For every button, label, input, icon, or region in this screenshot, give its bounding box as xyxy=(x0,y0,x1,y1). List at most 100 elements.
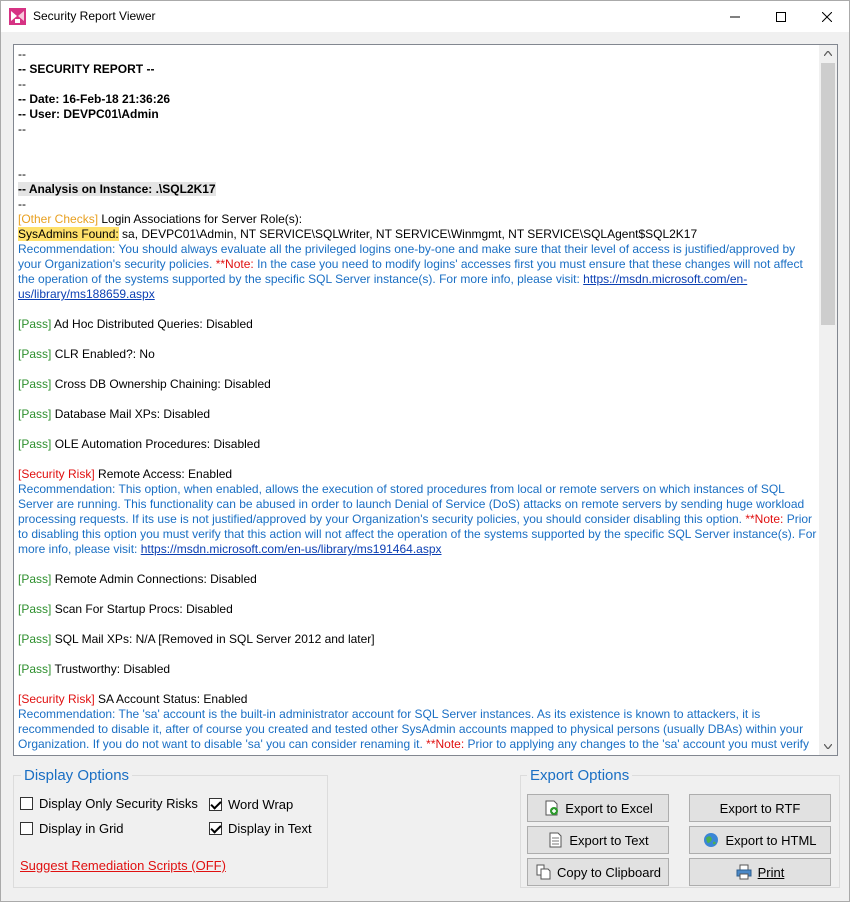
report-line: -- xyxy=(18,122,818,137)
suggest-remediation-link[interactable]: Suggest Remediation Scripts (OFF) xyxy=(20,858,226,873)
report-segment: Scan For Startup Procs: Disabled xyxy=(51,602,233,616)
report-segment: sa, DEVPC01\Admin, NT SERVICE\SQLWriter,… xyxy=(118,227,698,241)
html-globe-icon xyxy=(704,833,719,847)
report-segment: Database Mail XPs: Disabled xyxy=(51,407,211,421)
report-line xyxy=(18,617,818,632)
report-line: [Pass] OLE Automation Procedures: Disabl… xyxy=(18,437,818,452)
close-icon xyxy=(822,11,832,22)
printer-icon xyxy=(736,864,752,880)
only-security-risks-label: Display Only Security Risks xyxy=(39,796,198,811)
app-icon xyxy=(9,8,26,25)
maximize-button[interactable] xyxy=(758,1,804,32)
report-line: -- User: DEVPC01\Admin xyxy=(18,107,818,122)
report-line: -- SECURITY REPORT -- xyxy=(18,62,818,77)
report-line: Recommendation: The 'sa' account is the … xyxy=(18,707,818,752)
security-report-window: Security Report Viewer -- -- SECURITY REP… xyxy=(0,0,850,902)
report-line: [Pass] Trustworthy: Disabled xyxy=(18,662,818,677)
display-in-text-box[interactable] xyxy=(209,822,222,835)
report-line: [Security Risk] SA Account Status: Enabl… xyxy=(18,692,818,707)
report-segment: [Pass] xyxy=(18,602,52,616)
report-segment: Remote Admin Connections: Disabled xyxy=(51,572,257,586)
copy-clipboard-button[interactable]: Copy to Clipboard xyxy=(527,858,669,886)
export-rtf-label: Export to RTF xyxy=(719,800,801,816)
report-text-area[interactable]: -- -- SECURITY REPORT -- -- -- Date: 16-Feb… xyxy=(13,44,838,756)
display-in-grid-box[interactable] xyxy=(20,822,33,835)
report-segment: [Pass] xyxy=(18,317,52,331)
clipboard-icon xyxy=(536,864,551,880)
report-line: [Pass] SQL Mail XPs: N/A [Removed in SQL… xyxy=(18,632,818,647)
export-html-label: Export to HTML xyxy=(725,832,817,848)
report-segment: [Security Risk] xyxy=(18,467,95,481)
report-line: [Pass] Database Mail XPs: Disabled xyxy=(18,407,818,422)
report-line: Recommendation: You should always evalua… xyxy=(18,242,818,302)
report-segment: [Other Checks] xyxy=(18,212,99,226)
report-line xyxy=(18,452,818,467)
report-content: -- -- SECURITY REPORT -- -- -- Date: 16-Feb… xyxy=(18,47,818,753)
only-security-risks-box[interactable] xyxy=(20,797,33,810)
report-segment: Remote Access: Enabled xyxy=(94,467,233,481)
report-line: [Pass] Cross DB Ownership Chaining: Disa… xyxy=(18,377,818,392)
display-options-title: Display Options xyxy=(21,767,133,784)
report-line: -- xyxy=(18,47,818,62)
scroll-up-button[interactable] xyxy=(819,45,837,62)
report-segment: [Pass] xyxy=(18,377,52,391)
scroll-thumb[interactable] xyxy=(821,63,835,325)
report-segment: [Pass] xyxy=(18,572,52,586)
scroll-down-button[interactable] xyxy=(819,738,837,755)
report-line xyxy=(18,302,818,317)
report-line xyxy=(18,647,818,662)
report-line xyxy=(18,587,818,602)
display-in-grid-checkbox[interactable]: Display in Grid xyxy=(20,821,124,836)
report-segment: Login Associations for Server Role(s): xyxy=(98,212,303,226)
minimize-button[interactable] xyxy=(712,1,758,32)
title-bar[interactable]: Security Report Viewer xyxy=(1,1,849,32)
minimize-icon xyxy=(730,16,740,17)
report-segment: -- xyxy=(18,47,26,61)
report-line: -- xyxy=(18,197,818,212)
report-line xyxy=(18,422,818,437)
vertical-scrollbar[interactable] xyxy=(819,45,837,755)
maximize-icon xyxy=(776,11,786,22)
export-excel-button[interactable]: Export to Excel xyxy=(527,794,669,822)
display-in-text-label: Display in Text xyxy=(228,821,312,836)
export-html-button[interactable]: Export to HTML xyxy=(689,826,831,854)
word-wrap-checkbox[interactable]: Word Wrap xyxy=(209,797,293,812)
report-link[interactable]: https://msdn.microsoft.com/en-us/library… xyxy=(141,542,442,556)
report-segment: **Note: xyxy=(426,737,465,751)
report-segment: Ad Hoc Distributed Queries: Disabled xyxy=(51,317,253,331)
word-wrap-box[interactable] xyxy=(209,798,222,811)
print-label: Print xyxy=(757,864,785,880)
report-segment: -- xyxy=(18,197,26,211)
display-in-text-checkbox[interactable]: Display in Text xyxy=(209,821,312,836)
word-wrap-label: Word Wrap xyxy=(228,797,294,812)
print-button[interactable]: Print xyxy=(689,858,831,886)
report-line: [Pass] Ad Hoc Distributed Queries: Disab… xyxy=(18,317,818,332)
report-segment: **Note: xyxy=(215,257,254,271)
report-line: [Pass] Scan For Startup Procs: Disabled xyxy=(18,602,818,617)
report-line: [Pass] CLR Enabled?: No xyxy=(18,347,818,362)
report-line xyxy=(18,392,818,407)
only-security-risks-checkbox[interactable]: Display Only Security Risks xyxy=(20,796,198,811)
report-line xyxy=(18,677,818,692)
export-text-button[interactable]: Export to Text xyxy=(527,826,669,854)
report-line: SysAdmins Found: sa, DEVPC01\Admin, NT S… xyxy=(18,227,818,242)
report-segment: Trustworthy: Disabled xyxy=(51,662,171,676)
display-in-grid-label: Display in Grid xyxy=(39,821,124,836)
report-segment: SQL Mail XPs: N/A [Removed in SQL Server… xyxy=(51,632,375,646)
report-segment: Recommendation: This option, when enable… xyxy=(18,482,808,526)
export-options-title: Export Options xyxy=(527,767,633,784)
report-segment: -- xyxy=(18,167,26,181)
window-title: Security Report Viewer xyxy=(33,9,156,23)
report-segment: -- Analysis on Instance: .\SQL2K17 xyxy=(18,182,216,196)
report-line xyxy=(18,332,818,347)
excel-icon xyxy=(545,800,559,816)
report-line: Recommendation: This option, when enable… xyxy=(18,482,818,557)
report-line xyxy=(18,137,818,152)
report-line: -- xyxy=(18,167,818,182)
report-segment: -- User: DEVPC01\Admin xyxy=(18,107,159,121)
report-segment: -- SECURITY REPORT -- xyxy=(18,62,155,76)
report-line: [Security Risk] Remote Access: Enabled xyxy=(18,467,818,482)
export-rtf-button[interactable]: Export to RTF xyxy=(689,794,831,822)
close-button[interactable] xyxy=(804,1,850,32)
text-file-icon xyxy=(549,832,562,848)
